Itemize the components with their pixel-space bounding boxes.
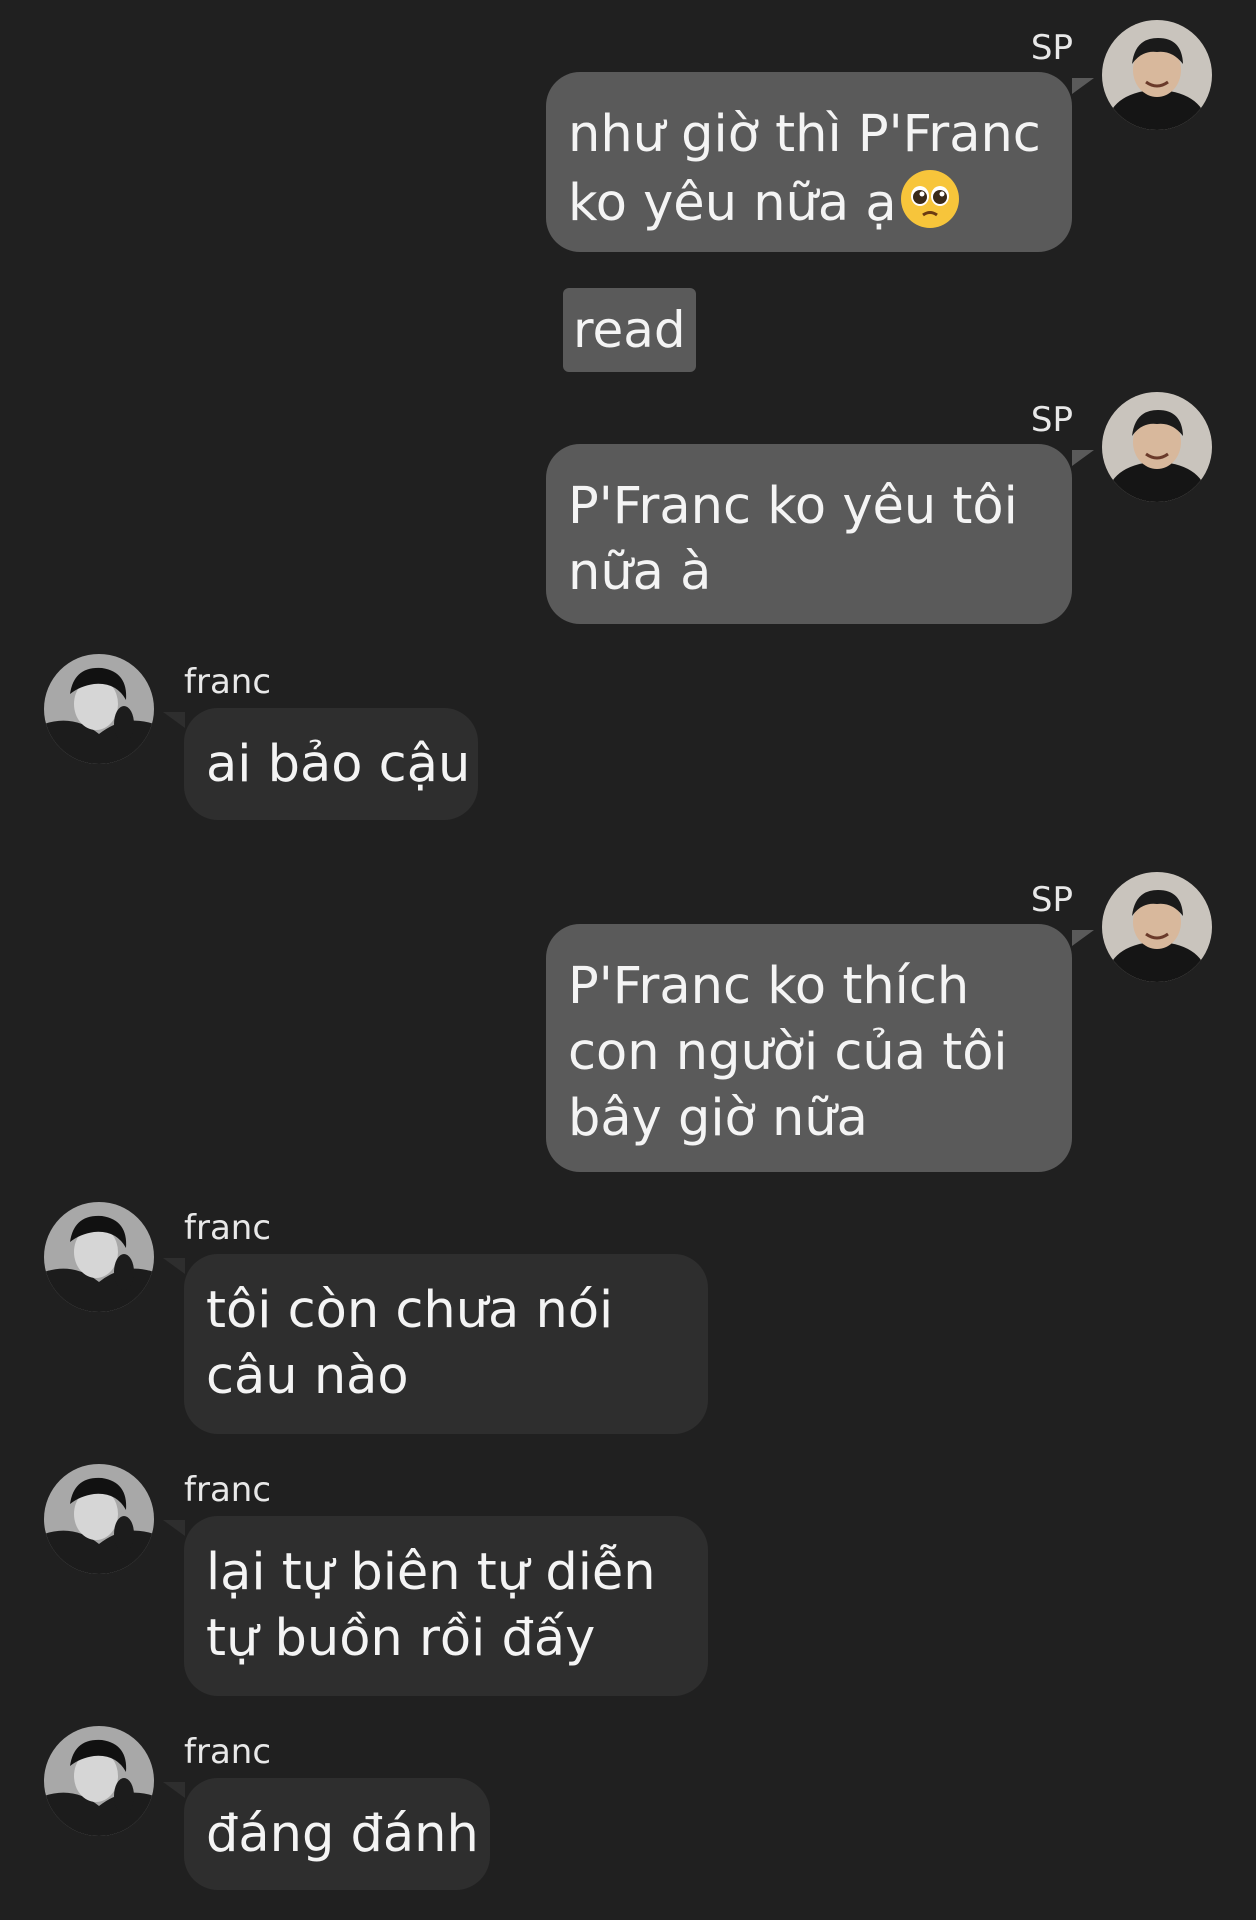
message-bubble-received[interactable]: lại tự biên tự diễn tự buồn rồi đấy: [184, 1516, 708, 1696]
sp-avatar[interactable]: [1102, 20, 1212, 130]
message-bubble-sent[interactable]: P'Franc ko thích con người của tôi bây g…: [546, 924, 1072, 1172]
sender-name-franc: franc: [184, 1208, 272, 1248]
sender-name-franc: franc: [184, 1470, 272, 1510]
message-text-line: bây giờ nữa: [568, 1089, 868, 1148]
bubble-tail: [163, 1258, 185, 1274]
franc-avatar[interactable]: [44, 1726, 154, 1836]
franc-avatar[interactable]: [44, 1464, 154, 1574]
message-bubble-received[interactable]: đáng đánh: [184, 1778, 490, 1890]
message-text: như giờ thì P'Franc: [568, 105, 1041, 164]
bubble-tail: [1072, 450, 1094, 466]
message-bubble-received[interactable]: ai bảo cậu: [184, 708, 478, 820]
bubble-tail: [1072, 78, 1094, 94]
sp-avatar[interactable]: [1102, 872, 1212, 982]
message-text-line: ko yêu nữa ạ: [568, 168, 1050, 237]
message-text-line: tự buồn rồi đấy: [206, 1609, 596, 1668]
franc-avatar[interactable]: [44, 654, 154, 764]
sender-name-sp: SP: [1030, 28, 1073, 68]
message-text-line: nữa à: [568, 543, 712, 602]
bubble-tail: [1072, 930, 1094, 946]
bubble-tail: [163, 1520, 185, 1536]
message-text: lại tự biên tự diễn: [206, 1543, 656, 1602]
bubble-tail: [163, 1782, 185, 1798]
read-receipt: read: [563, 288, 696, 372]
message-text-line: câu nào: [206, 1347, 409, 1406]
sp-avatar[interactable]: [1102, 392, 1212, 502]
sender-name-sp: SP: [1030, 400, 1073, 440]
message-text: ai bảo cậu: [206, 735, 471, 794]
message-text: đáng đánh: [206, 1805, 479, 1864]
bubble-tail: [163, 712, 185, 728]
message-bubble-received[interactable]: tôi còn chưa nói câu nào: [184, 1254, 708, 1434]
sender-name-sp: SP: [1030, 880, 1073, 920]
pleading-face-icon: [899, 168, 961, 230]
message-bubble-sent[interactable]: như giờ thì P'Franc ko yêu nữa ạ: [546, 72, 1072, 252]
message-text: P'Franc ko thích: [568, 957, 970, 1016]
franc-avatar[interactable]: [44, 1202, 154, 1312]
message-bubble-sent[interactable]: P'Franc ko yêu tôi nữa à: [546, 444, 1072, 624]
message-text: P'Franc ko yêu tôi: [568, 477, 1018, 536]
message-text-line: con người của tôi: [568, 1023, 1008, 1082]
sender-name-franc: franc: [184, 662, 272, 702]
sender-name-franc: franc: [184, 1732, 272, 1772]
message-text: tôi còn chưa nói: [206, 1281, 614, 1340]
